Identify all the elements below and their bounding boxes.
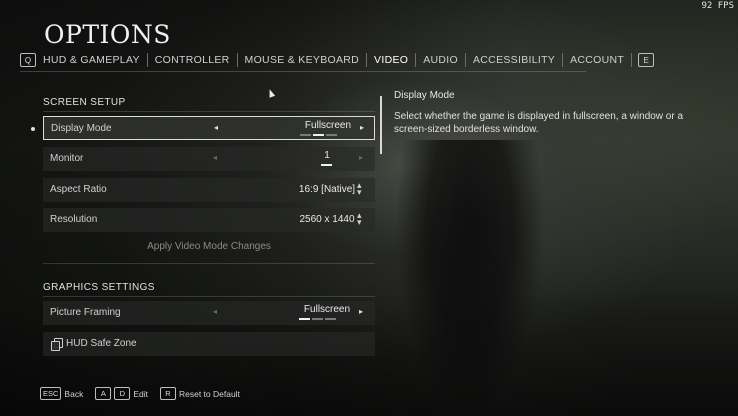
display-mode-option-indicator [300, 134, 337, 136]
scrollbar[interactable] [380, 96, 382, 154]
monitor-option-indicator [321, 164, 332, 166]
section-divider [43, 263, 375, 264]
option-pip [312, 318, 323, 320]
back-label: Back [64, 388, 84, 399]
display-mode-value: Fullscreen [304, 120, 352, 131]
page-title: OPTIONS [44, 20, 171, 49]
tab-audio[interactable]: AUDIO [416, 54, 465, 66]
hud-safe-zone-label: HUD Safe Zone [66, 338, 137, 349]
picture-framing-value: Fullscreen [303, 304, 351, 315]
tab-accessibility[interactable]: ACCESSIBILITY [466, 54, 562, 66]
monitor-label: Monitor [50, 153, 84, 164]
right-arrow-icon[interactable]: ▸ [359, 307, 363, 316]
picture-framing-setting[interactable]: Picture Framing ◂ Fullscreen ▸ [43, 301, 375, 325]
back-key[interactable]: ESC [40, 387, 62, 400]
tab-account[interactable]: ACCOUNT [563, 54, 631, 66]
option-pip [326, 134, 337, 136]
tab-hud-gameplay[interactable]: HUD & GAMEPLAY [36, 54, 147, 66]
tab-video[interactable]: VIDEO [367, 54, 415, 66]
display-mode-setting[interactable]: Display Mode ◂ Fullscreen ▸ [43, 116, 375, 140]
section-heading-screen-setup: SCREEN SETUP [43, 97, 126, 108]
section-heading-graphics-settings: GRAPHICS SETTINGS [43, 282, 155, 293]
reset-key[interactable]: R [159, 387, 176, 400]
aspect-ratio-label: Aspect Ratio [50, 184, 107, 195]
hud-safe-zone-setting[interactable]: HUD Safe Zone [43, 332, 375, 356]
edit-label: Edit [133, 388, 148, 399]
up-down-arrows-icon[interactable]: ▴ ▾ [357, 211, 362, 227]
tab-controller[interactable]: CONTROLLER [148, 54, 237, 66]
left-arrow-icon[interactable]: ◂ [213, 153, 217, 162]
section-divider [43, 111, 375, 112]
left-arrow-icon[interactable]: ◂ [213, 307, 217, 316]
option-pip-active [299, 318, 310, 320]
resolution-label: Resolution [50, 214, 98, 225]
resolution-setting[interactable]: Resolution 2560 x 1440 ▴ ▾ [43, 208, 375, 232]
option-pip-active [313, 134, 324, 136]
tab-mouse-keyboard[interactable]: MOUSE & KEYBOARD [238, 54, 367, 66]
edit-key-d[interactable]: D [114, 387, 131, 400]
footer-hints: ESC Back A D Edit R Reset to Default [40, 387, 240, 400]
section-divider [43, 296, 375, 297]
resolution-value: 2560 x 1440 [299, 214, 355, 225]
picture-framing-option-indicator [299, 318, 336, 320]
tab-prev-key[interactable]: Q [20, 53, 36, 67]
reset-label: Reset to Default [178, 388, 240, 399]
option-pip [325, 318, 336, 320]
copy-icon [51, 338, 63, 351]
tab-next-key[interactable]: E [638, 53, 655, 67]
tab-underline [20, 71, 586, 72]
monitor-setting[interactable]: Monitor ◂ 1 ▸ [43, 147, 375, 171]
option-pip-active [321, 164, 332, 166]
left-arrow-icon[interactable]: ◂ [214, 123, 218, 132]
edit-key-a[interactable]: A [95, 387, 112, 400]
description-title: Display Mode [394, 90, 455, 101]
option-pip [300, 134, 311, 136]
right-arrow-icon[interactable]: ▸ [359, 153, 363, 162]
apply-video-mode-button[interactable]: Apply Video Mode Changes [43, 241, 375, 252]
description-body: Select whether the game is displayed in … [394, 111, 684, 135]
selection-bullet [31, 127, 35, 131]
picture-framing-label: Picture Framing [50, 307, 121, 318]
copy-icon-front [51, 341, 60, 351]
aspect-ratio-setting[interactable]: Aspect Ratio 16:9 [Native] ▴ ▾ [43, 178, 375, 202]
fps-counter: 92 FPS [701, 1, 734, 11]
tab-bar: Q HUD & GAMEPLAY CONTROLLER MOUSE & KEYB… [20, 51, 655, 69]
tab-divider [631, 53, 633, 67]
aspect-ratio-value: 16:9 [Native] [298, 184, 356, 195]
monitor-value: 1 [324, 150, 330, 161]
up-down-arrows-icon[interactable]: ▴ ▾ [357, 181, 362, 197]
right-arrow-icon[interactable]: ▸ [360, 123, 364, 132]
display-mode-label: Display Mode [51, 123, 112, 134]
